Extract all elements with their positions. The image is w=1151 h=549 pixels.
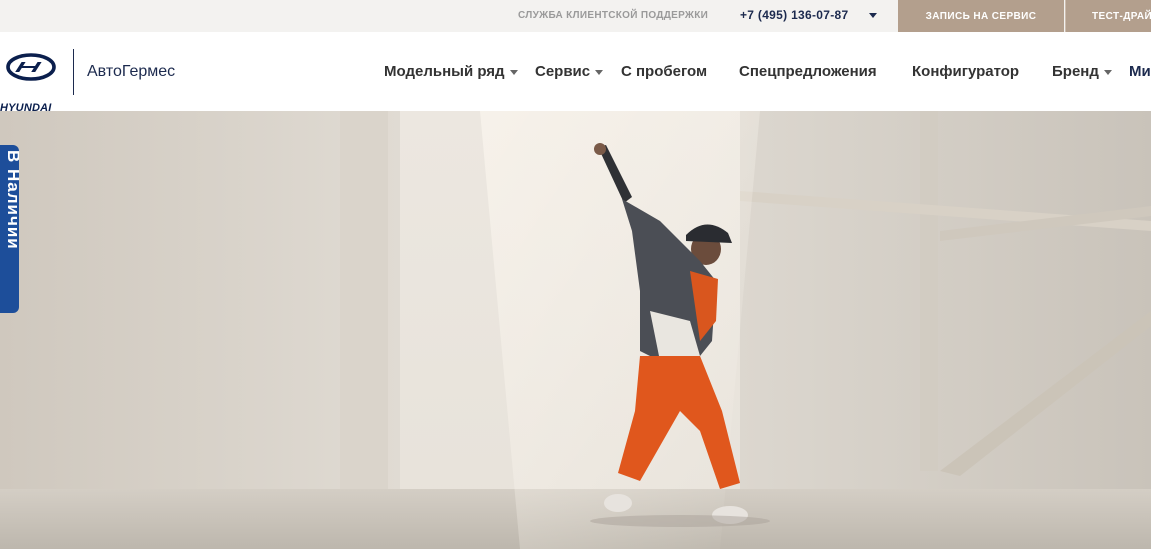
nav-service-label: Сервис (535, 63, 591, 80)
logo-divider (73, 49, 74, 95)
hero-video[interactable]: В Наличии (0, 111, 1151, 549)
test-drive-button[interactable]: ТЕСТ-ДРАЙ (1065, 0, 1151, 32)
hero-image (0, 111, 1151, 549)
nav-used[interactable]: С пробегом (621, 63, 707, 80)
nav-more[interactable]: Ми (1129, 63, 1151, 80)
hyundai-emblem-icon (6, 53, 56, 81)
nav-service[interactable]: Сервис (535, 63, 604, 80)
nav-models-label: Модельный ряд (384, 63, 505, 80)
phone-number[interactable]: +7 (495) 136-07-87 (740, 8, 848, 22)
hyundai-logo[interactable]: HYUNDAI (0, 52, 62, 114)
top-utility-bar: СЛУЖБА КЛИЕНТСКОЙ ПОДДЕРЖКИ +7 (495) 136… (0, 0, 1151, 32)
in-stock-side-tab[interactable]: В Наличии (0, 145, 19, 313)
side-tab-label: В Наличии (4, 150, 19, 250)
nav-offers[interactable]: Спецпредложения (739, 63, 877, 80)
chevron-down-icon (1103, 69, 1112, 75)
nav-configurator[interactable]: Конфигуратор (912, 63, 1019, 80)
nav-models[interactable]: Модельный ряд (384, 63, 518, 80)
support-label: СЛУЖБА КЛИЕНТСКОЙ ПОДДЕРЖКИ (518, 10, 709, 21)
phone-dropdown-chevron-icon[interactable] (869, 13, 877, 18)
dealer-name[interactable]: АвтоГермес (87, 63, 175, 81)
nav-brand[interactable]: Бренд (1052, 63, 1112, 80)
service-booking-button[interactable]: ЗАПИСЬ НА СЕРВИС (898, 0, 1064, 32)
chevron-down-icon (595, 69, 604, 75)
chevron-down-icon (509, 69, 518, 75)
nav-brand-label: Бренд (1052, 63, 1099, 80)
main-header: HYUNDAI АвтоГермес Модельный ряд Сервис … (0, 32, 1151, 114)
